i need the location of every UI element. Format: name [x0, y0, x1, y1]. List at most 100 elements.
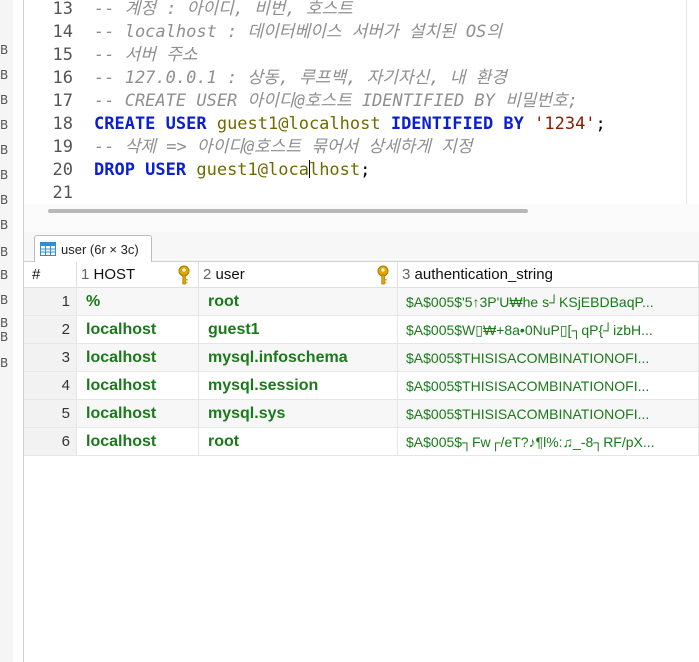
- column-header-rownum-label: #: [32, 266, 41, 283]
- code-token: -- 계정 : 아이디, 비번, 호스트: [94, 0, 353, 19]
- host-cell[interactable]: localhost: [77, 428, 199, 456]
- authentication-string-cell[interactable]: $A$005$THISISACOMBINATIONOFI...: [398, 400, 699, 428]
- left-panel-glyph: B: [0, 268, 9, 282]
- code-line[interactable]: 19 -- 삭제 => 아이디@호스트 묶어서 상세하게 지정: [24, 136, 686, 159]
- results-tabbar: user (6r × 3c): [24, 232, 699, 263]
- code-line[interactable]: 18 CREATE USER guest1@localhost IDENTIFIE…: [24, 113, 686, 136]
- user-cell[interactable]: mysql.infoschema: [199, 344, 398, 372]
- tab-label: user (6r × 3c): [61, 242, 139, 257]
- code-line[interactable]: 20 DROP USER guest1@localhost;: [24, 159, 686, 182]
- left-panel-glyph: B: [0, 43, 9, 57]
- code-token: CREATE USER: [94, 114, 217, 134]
- left-panel-glyph: B: [0, 193, 9, 207]
- left-panel-glyph: B: [0, 316, 9, 330]
- column-header-user[interactable]: 2 user: [199, 262, 398, 288]
- table-row[interactable]: 2 localhost guest1 $A$005$W▯₩+8a•0NuP▯[┐qP{…: [24, 316, 699, 344]
- table-grid-icon: [40, 242, 56, 256]
- column-number: 1: [81, 266, 90, 283]
- code-token: DROP USER: [94, 160, 197, 180]
- editor-edge: [686, 0, 687, 204]
- table-row[interactable]: 3 localhost mysql.infoschema $A$005$THISISA…: [24, 344, 699, 372]
- authentication-string-cell[interactable]: $A$005$┐Fw┌/eT?♪¶l%:♫_-8┐RF/pX...: [398, 428, 699, 456]
- code-token: -- 127.0.0.1 : 상동, 루프백, 자기자신, 내 환경: [94, 68, 507, 88]
- row-number-cell[interactable]: 1: [24, 288, 77, 316]
- code-text: -- 127.0.0.1 : 상동, 루프백, 자기자신, 내 환경: [94, 67, 507, 90]
- left-panel-glyph: B: [0, 356, 9, 370]
- code-token: -- 삭제 => 아이디@호스트 묶어서 상세하게 지정: [94, 137, 473, 157]
- user-cell[interactable]: mysql.sys: [199, 400, 398, 428]
- left-panel-glyph: B: [0, 168, 9, 182]
- row-number-cell[interactable]: 5: [24, 400, 77, 428]
- left-panel-glyph: B: [0, 143, 9, 157]
- left-panel-glyph: B: [0, 245, 9, 259]
- code-line[interactable]: 14 -- localhost : 데이터베이스 서버가 설치된 OS의: [24, 21, 686, 44]
- left-panel-glyph: B: [0, 93, 9, 107]
- row-number-cell[interactable]: 3: [24, 344, 77, 372]
- code-token: IDENTIFIED BY: [390, 114, 535, 134]
- authentication-string-cell[interactable]: $A$005$W▯₩+8a•0NuP▯[┐qP{┘izbH...: [398, 316, 699, 344]
- left-panel-glyph: B: [0, 218, 9, 232]
- line-number: 20: [52, 160, 73, 180]
- table-row[interactable]: 6 localhost root $A$005$┐Fw┌/eT?♪¶l%:♫_-8┐R…: [24, 428, 699, 456]
- left-panel-glyph: B: [0, 330, 9, 344]
- user-cell[interactable]: guest1: [199, 316, 398, 344]
- authentication-string-cell[interactable]: $A$005$THISISACOMBINATIONOFI...: [398, 372, 699, 400]
- left-panel-glyph: B: [0, 68, 9, 82]
- host-cell[interactable]: localhost: [77, 344, 199, 372]
- code-token: guest1@loca: [196, 160, 309, 180]
- code-text: -- CREATE USER 아이디@호스트 IDENTIFIED BY 비밀번…: [94, 90, 578, 113]
- row-number-cell[interactable]: 6: [24, 428, 77, 456]
- column-number: 2: [203, 266, 212, 283]
- code-text: DROP USER guest1@localhost;: [94, 159, 370, 182]
- code-token: ;: [595, 114, 606, 134]
- column-header-label: user: [215, 266, 245, 283]
- left-panel-glyph: B: [0, 118, 9, 132]
- code-token: -- 서버 주소: [94, 45, 198, 65]
- authentication-string-cell[interactable]: $A$005$'5↑3P'U₩he s┘KSjEBDBaqP...: [398, 288, 699, 316]
- line-number: 14: [52, 22, 73, 42]
- primary-key-icon: [178, 265, 190, 285]
- code-text: -- 서버 주소: [94, 44, 198, 67]
- line-number: 19: [52, 137, 73, 157]
- editor-horizontal-scrollbar[interactable]: [48, 209, 528, 213]
- row-number-cell[interactable]: 2: [24, 316, 77, 344]
- tab-user-results[interactable]: user (6r × 3c): [34, 235, 152, 263]
- line-number: 18: [52, 114, 73, 134]
- code-line[interactable]: 13 -- 계정 : 아이디, 비번, 호스트: [24, 0, 686, 21]
- line-number: 13: [52, 0, 73, 19]
- row-number-cell[interactable]: 4: [24, 372, 77, 400]
- code-line[interactable]: 21: [24, 182, 686, 204]
- line-number: 21: [52, 183, 73, 203]
- code-line[interactable]: 16 -- 127.0.0.1 : 상동, 루프백, 자기자신, 내 환경: [24, 67, 686, 90]
- code-line[interactable]: 17 -- CREATE USER 아이디@호스트 IDENTIFIED BY 비…: [24, 90, 686, 113]
- code-line[interactable]: 15 -- 서버 주소: [24, 44, 686, 67]
- primary-key-icon: [377, 265, 389, 285]
- line-number: 15: [52, 45, 73, 65]
- column-header-host[interactable]: 1 HOST: [77, 262, 199, 288]
- code-text: -- 계정 : 아이디, 비번, 호스트: [94, 0, 353, 21]
- column-number: 3: [402, 266, 411, 283]
- code-text: CREATE USER guest1@localhost IDENTIFIED …: [94, 113, 606, 136]
- code-token: '1234': [534, 114, 596, 134]
- host-cell[interactable]: localhost: [77, 372, 199, 400]
- user-cell[interactable]: mysql.session: [199, 372, 398, 400]
- column-header-authentication-string[interactable]: 3 authentication_string: [398, 262, 699, 288]
- code-token: ;: [360, 160, 371, 180]
- table-row[interactable]: 1% root $A$005$'5↑3P'U₩he s┘KSjEBDBaqP...: [24, 288, 699, 316]
- table-row[interactable]: 4 localhost mysql.session $A$005$THISISACOM…: [24, 372, 699, 400]
- host-cell[interactable]: %: [77, 288, 199, 316]
- user-cell[interactable]: root: [199, 288, 398, 316]
- column-header-rownum[interactable]: #: [24, 262, 77, 288]
- code-token: -- CREATE USER 아이디@호스트 IDENTIFIED BY 비밀번…: [94, 91, 578, 111]
- sql-editor[interactable]: 13 -- 계정 : 아이디, 비번, 호스트 14 -- localhost : 데…: [24, 0, 686, 204]
- table-row[interactable]: 5 localhost mysql.sys $A$005$THISISACOMBINA…: [24, 400, 699, 428]
- user-cell[interactable]: root: [199, 428, 398, 456]
- authentication-string-cell[interactable]: $A$005$THISISACOMBINATIONOFI...: [398, 344, 699, 372]
- host-cell[interactable]: localhost: [77, 400, 199, 428]
- line-number: 17: [52, 91, 73, 111]
- code-token: lhost: [308, 160, 361, 180]
- code-text: -- localhost : 데이터베이스 서버가 설치된 OS의: [94, 21, 502, 44]
- column-header-label: authentication_string: [414, 266, 553, 283]
- host-cell[interactable]: localhost: [77, 316, 199, 344]
- code-token: guest1@localhost: [216, 114, 391, 134]
